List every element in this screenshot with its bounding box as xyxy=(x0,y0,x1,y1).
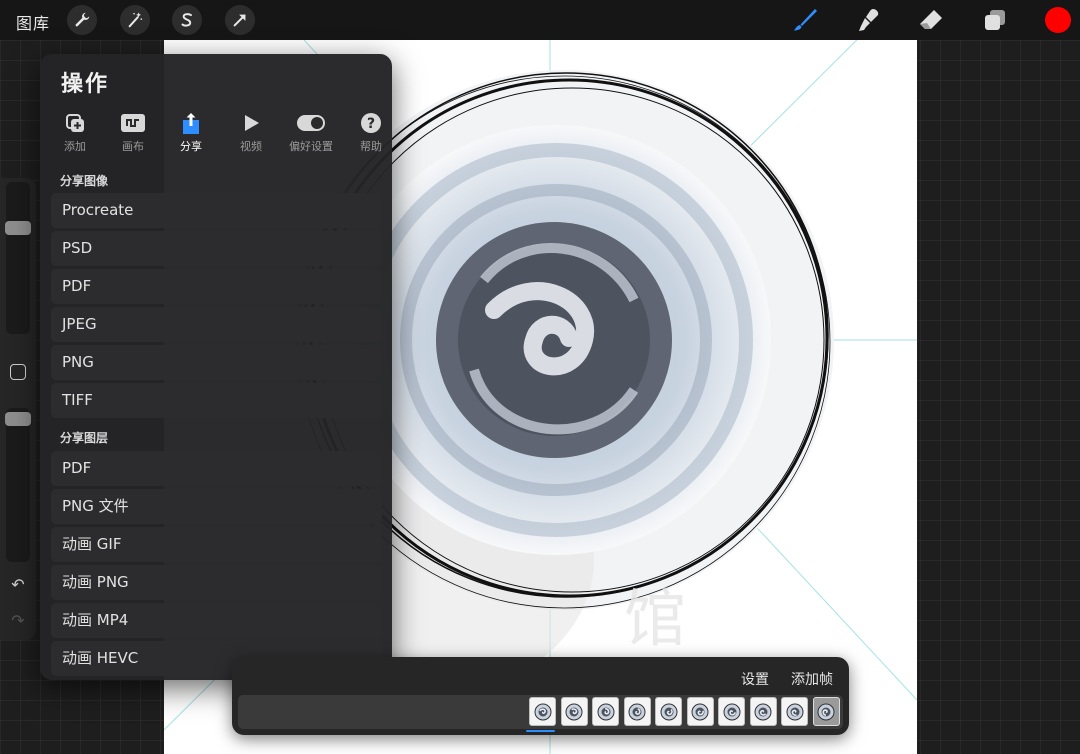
animation-frame[interactable] xyxy=(781,697,808,726)
magic-wand-icon xyxy=(128,12,143,28)
eraser-tool-button[interactable] xyxy=(917,6,945,34)
share-image-psd[interactable]: PSD xyxy=(51,231,382,266)
actions-button[interactable] xyxy=(67,5,97,35)
share-layers-pdf[interactable]: PDF xyxy=(51,451,382,486)
actions-panel: 操作 添加 画布 分享 视频 偏好设置 ? 帮助 分享图像 Procreate … xyxy=(40,54,392,680)
frame-thumbnail-icon xyxy=(817,703,835,720)
frame-thumbnail-icon xyxy=(754,703,772,720)
smudge-tool-button[interactable] xyxy=(854,6,882,34)
add-icon xyxy=(66,114,84,132)
share-image-pdf[interactable]: PDF xyxy=(51,269,382,304)
layers-icon xyxy=(985,10,1005,30)
animation-frame[interactable] xyxy=(623,697,651,726)
tab-share[interactable]: 分享 xyxy=(162,112,220,154)
opacity-thumb[interactable] xyxy=(5,412,31,427)
playhead-indicator xyxy=(526,730,555,732)
animation-frame[interactable] xyxy=(560,697,588,726)
share-layers-heading: 分享图层 xyxy=(60,431,109,445)
frame-thumbnail-icon xyxy=(723,703,740,720)
brush-size-slider[interactable] xyxy=(6,182,30,334)
frames-timeline[interactable] xyxy=(238,695,843,729)
frame-thumbnail-icon xyxy=(628,703,646,720)
animation-frame[interactable] xyxy=(812,697,840,726)
eraser-icon xyxy=(920,10,942,29)
canvas-icon xyxy=(121,114,145,132)
panel-title: 操作 xyxy=(61,72,110,97)
frame-thumbnail-icon xyxy=(660,703,677,720)
share-layers-animated-png[interactable]: 动画 PNG xyxy=(51,565,382,600)
top-toolbar: 图库 xyxy=(0,0,1080,40)
frame-thumbnail-icon xyxy=(691,703,709,720)
color-picker-button[interactable] xyxy=(1045,7,1071,33)
opacity-slider[interactable] xyxy=(6,408,30,562)
adjustments-button[interactable] xyxy=(120,5,150,35)
actions-tabs: 添加 画布 分享 视频 偏好设置 ? 帮助 xyxy=(46,112,386,154)
gallery-button[interactable]: 图库 xyxy=(16,10,50,34)
tab-preferences[interactable]: 偏好设置 xyxy=(280,112,342,154)
tab-add[interactable]: 添加 xyxy=(46,112,104,154)
wrench-icon xyxy=(75,12,90,27)
brush-size-thumb[interactable] xyxy=(5,220,31,235)
share-layers-animated-gif[interactable]: 动画 GIF xyxy=(51,527,382,562)
layers-button[interactable] xyxy=(981,6,1009,34)
share-layers-animated-mp4[interactable]: 动画 MP4 xyxy=(51,603,382,638)
side-slider-bar: ↶ ↷ xyxy=(0,178,36,640)
smudge-icon xyxy=(859,9,879,31)
brush-icon xyxy=(794,9,817,31)
share-image-procreate[interactable]: Procreate xyxy=(51,193,382,228)
selection-s-icon xyxy=(181,13,193,27)
help-icon: ? xyxy=(361,113,381,133)
share-image-tiff[interactable]: TIFF xyxy=(51,383,382,418)
share-image-jpeg[interactable]: JPEG xyxy=(51,307,382,342)
share-image-heading: 分享图像 xyxy=(60,174,109,188)
frame-thumbnail-icon xyxy=(786,703,803,720)
tab-video[interactable]: 视频 xyxy=(222,112,280,154)
undo-icon[interactable]: ↶ xyxy=(9,576,27,594)
animation-frame[interactable] xyxy=(592,697,619,726)
tab-canvas[interactable]: 画布 xyxy=(104,112,162,154)
tab-help[interactable]: ? 帮助 xyxy=(342,112,400,154)
frame-thumbnail-icon xyxy=(565,703,583,720)
selection-button[interactable] xyxy=(172,5,202,35)
frame-thumbnail-icon xyxy=(534,703,551,720)
animation-assist-bar: 设置 添加帧 xyxy=(232,657,849,735)
brush-tool-button[interactable] xyxy=(791,6,819,34)
share-layers-png-files[interactable]: PNG 文件 xyxy=(51,489,382,524)
animation-frame[interactable] xyxy=(655,697,682,726)
video-play-icon xyxy=(245,115,259,131)
svg-text:?: ? xyxy=(367,116,375,132)
transform-button[interactable] xyxy=(225,5,255,35)
animation-frame[interactable] xyxy=(749,697,777,726)
svg-text:馆: 馆 xyxy=(624,582,686,655)
animation-settings-button[interactable]: 设置 xyxy=(741,669,769,689)
share-icon xyxy=(183,113,199,134)
frame-thumbnail-icon xyxy=(597,703,614,720)
transform-arrow-icon xyxy=(233,14,246,27)
animation-frame[interactable] xyxy=(686,697,714,726)
share-image-png[interactable]: PNG xyxy=(51,345,382,380)
modify-button[interactable] xyxy=(10,364,26,380)
toggle-icon xyxy=(297,115,325,131)
animation-frame[interactable] xyxy=(718,697,745,726)
redo-icon[interactable]: ↷ xyxy=(9,612,27,630)
add-frame-button[interactable]: 添加帧 xyxy=(791,669,833,689)
animation-frame[interactable] xyxy=(529,697,556,726)
